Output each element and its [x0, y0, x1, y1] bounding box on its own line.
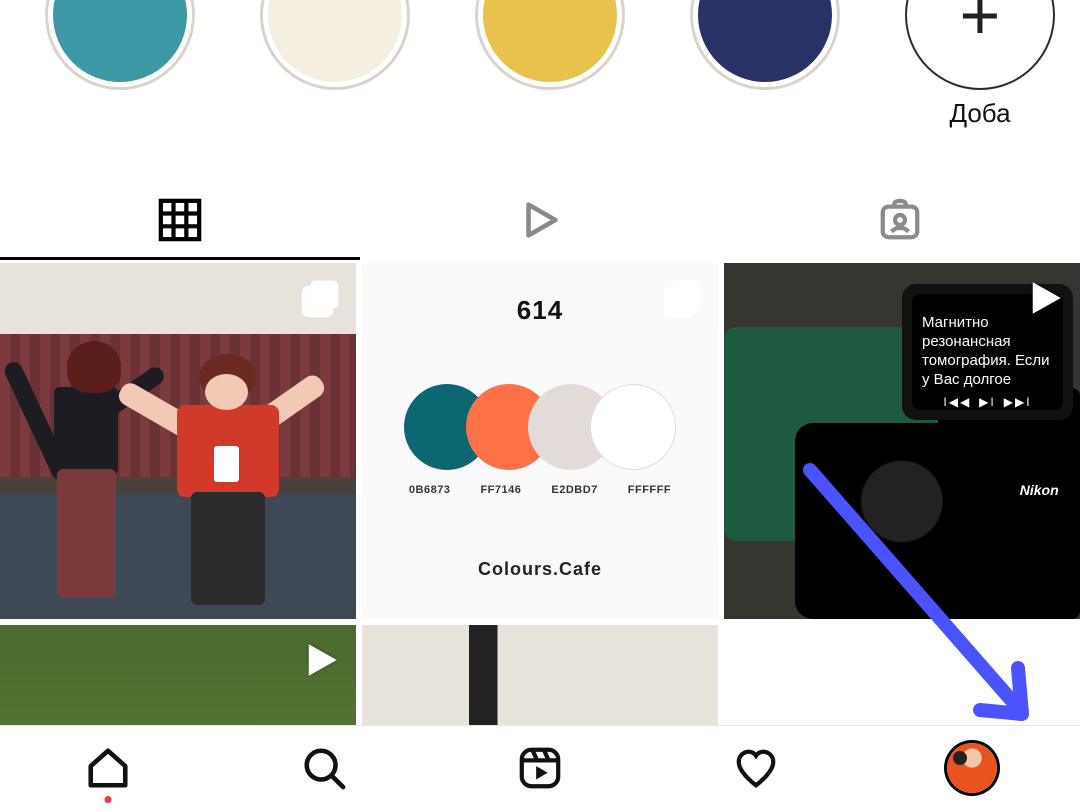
- palette-hex-row: 0B6873 FF7146 E2DBD7 FFFFFF: [362, 484, 718, 496]
- plus-icon: +: [960, 0, 1001, 50]
- play-outline-icon: [517, 197, 563, 243]
- palette-brand: Colours.Cafe: [362, 559, 718, 580]
- camera-brand-label: Nikon: [1020, 482, 1059, 498]
- tab-tagged[interactable]: [720, 180, 1080, 260]
- home-icon: [85, 745, 131, 791]
- post-thumbnail[interactable]: [362, 625, 718, 725]
- nav-profile[interactable]: [947, 743, 997, 793]
- posts-grid: 614 0B6873 FF7146 E2DBD7 FFFFFF Colours.…: [0, 263, 1080, 725]
- highlight-item[interactable]: [690, 0, 840, 90]
- carousel-icon: [300, 277, 342, 319]
- highlight-cover: [268, 0, 402, 82]
- search-icon: [301, 745, 347, 791]
- bottom-nav: [0, 725, 1080, 810]
- video-play-icon: [1024, 277, 1066, 319]
- nav-search[interactable]: [299, 743, 349, 793]
- highlight-item[interactable]: [475, 0, 625, 90]
- video-play-icon: [300, 639, 342, 681]
- post-thumbnail[interactable]: [0, 625, 356, 725]
- story-highlights-row[interactable]: + Доба: [0, 0, 1080, 110]
- highlight-cover: [698, 0, 832, 82]
- nav-home[interactable]: [83, 743, 133, 793]
- grid-icon: [157, 197, 203, 243]
- highlight-cover: [483, 0, 617, 82]
- post-thumbnail[interactable]: [0, 263, 356, 619]
- highlight-add[interactable]: + Доба: [905, 0, 1055, 129]
- notification-dot: [105, 796, 112, 803]
- reels-icon: [517, 745, 563, 791]
- teleprompter-text: Магнитно резонансная томография. Если у …: [922, 314, 1053, 389]
- tagged-icon: [877, 197, 923, 243]
- highlight-item[interactable]: [45, 0, 195, 90]
- post-thumbnail[interactable]: 614 0B6873 FF7146 E2DBD7 FFFFFF Colours.…: [362, 263, 718, 619]
- post-thumbnail[interactable]: Nikon Магнитно резонансная томография. Е…: [724, 263, 1080, 619]
- heart-icon: [733, 745, 779, 791]
- tab-grid[interactable]: [0, 180, 360, 260]
- tab-reels[interactable]: [360, 180, 720, 260]
- profile-tabs: [0, 180, 1080, 260]
- highlight-item[interactable]: [260, 0, 410, 90]
- profile-avatar: [947, 743, 997, 793]
- post-thumbnail[interactable]: [724, 625, 1080, 725]
- highlight-cover: [53, 0, 187, 82]
- highlight-add-label: Доба: [949, 98, 1010, 129]
- palette-swatches: [362, 384, 718, 470]
- nav-reels[interactable]: [515, 743, 565, 793]
- nav-activity[interactable]: [731, 743, 781, 793]
- carousel-icon: [662, 277, 704, 319]
